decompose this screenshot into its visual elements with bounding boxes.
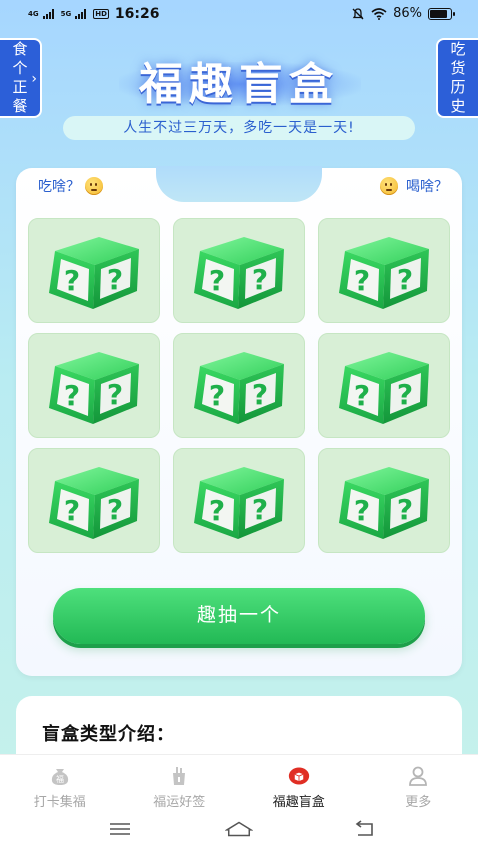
svg-text:?: ? [252,263,268,296]
mystery-box-cell[interactable]: ? ? [318,218,450,323]
nav-label: 打卡集福 [33,795,86,810]
draw-one-button[interactable]: 趣抽一个 [53,588,425,644]
tab-drink-label: 喝啥？ [406,179,448,195]
person-icon [407,765,429,787]
mystery-box-cell[interactable]: ? ? [28,333,160,438]
signal-bars-icon [42,9,54,19]
mystery-box-icon: ? ? [186,344,292,432]
svg-text:?: ? [107,493,123,526]
nav-blind-box[interactable]: 福趣盲盒 [239,755,359,810]
fu-bag-icon: 福 [49,765,71,787]
battery-percent: 86% [393,6,422,21]
svg-text:?: ? [209,379,225,412]
svg-text:?: ? [209,264,225,297]
nav-label: 福运好签 [153,795,206,810]
svg-text:福: 福 [56,775,64,784]
mystery-box-icon: ? ? [41,344,147,432]
nav-checkin[interactable]: 福 打卡集福 [0,755,120,810]
mystery-box-icon: ? ? [41,229,147,317]
mystery-box-icon: ? ? [331,229,437,317]
bottom-nav: 福 打卡集福 福运好签 福趣盲盒 更多 [0,754,478,810]
svg-text:?: ? [397,263,413,296]
system-nav-bar [0,810,478,850]
mystery-box-cell[interactable]: ? ? [28,448,160,553]
mute-bell-icon [352,7,364,19]
svg-text:?: ? [354,379,370,412]
svg-text:?: ? [107,263,123,296]
nav-more[interactable]: 更多 [359,755,478,810]
fortune-stick-icon [168,765,190,787]
mystery-box-cell[interactable]: ? ? [318,448,450,553]
signal-4g-icon: 4G [28,10,39,18]
mystery-box-cell[interactable]: ? ? [28,218,160,323]
hd-icon: HD [93,9,109,19]
back-icon[interactable] [350,818,378,840]
svg-text:?: ? [64,494,80,527]
svg-text:?: ? [64,264,80,297]
signal-bars-icon [75,9,87,19]
slogan: 人生不过三万天，多吃一天是一天! [63,116,415,140]
svg-text:?: ? [252,378,268,411]
svg-text:?: ? [252,493,268,526]
nav-label: 福趣盲盒 [272,795,325,810]
mystery-box-cell[interactable]: ? ? [318,333,450,438]
svg-text:?: ? [209,494,225,527]
svg-text:?: ? [354,494,370,527]
mystery-box-cell[interactable]: ? ? [173,448,305,553]
mystery-box-icon: ? ? [41,459,147,547]
thinking-face-icon [85,177,103,195]
mystery-box-cell[interactable]: ? ? [173,333,305,438]
clock: 16:26 [114,6,160,22]
svg-text:?: ? [107,378,123,411]
svg-text:?: ? [354,264,370,297]
mystery-box-icon: ? ? [331,459,437,547]
mystery-box-icon: ? ? [186,229,292,317]
home-icon[interactable] [225,818,253,840]
mystery-box-grid: ? ? ? ? ? ? ? ? ? ? ? ? ? ? ? ? ? ? [28,218,450,553]
page-title: 福趣盲盒 [139,59,339,110]
card-notch [156,166,322,202]
mystery-box-icon: ? ? [186,459,292,547]
menu-icon[interactable] [106,818,134,840]
nav-label: 更多 [405,795,432,810]
intro-title: 盲盒类型介绍： [42,724,175,745]
nav-fortune[interactable]: 福运好签 [120,755,240,810]
mystery-box-icon: ? ? [331,344,437,432]
blind-box-card: 吃啥？ 喝啥？ ? ? ? ? ? ? ? ? ? ? ? ? ? ? ? ? … [16,166,462,676]
blind-box-icon [288,765,310,787]
tab-eat-label: 吃啥？ [38,179,80,195]
battery-icon [428,7,455,20]
mystery-box-cell[interactable]: ? ? [173,218,305,323]
svg-text:?: ? [397,493,413,526]
svg-text:?: ? [64,379,80,412]
svg-text:?: ? [397,378,413,411]
wifi-icon [371,7,387,20]
signal-5g-icon: 5G [60,10,72,18]
tab-drink[interactable]: 喝啥？ [380,176,448,196]
tab-eat[interactable]: 吃啥？ [38,176,103,196]
status-bar: 4G 5G HD 16:26 86% [0,0,478,30]
thinking-face-icon [380,177,398,195]
